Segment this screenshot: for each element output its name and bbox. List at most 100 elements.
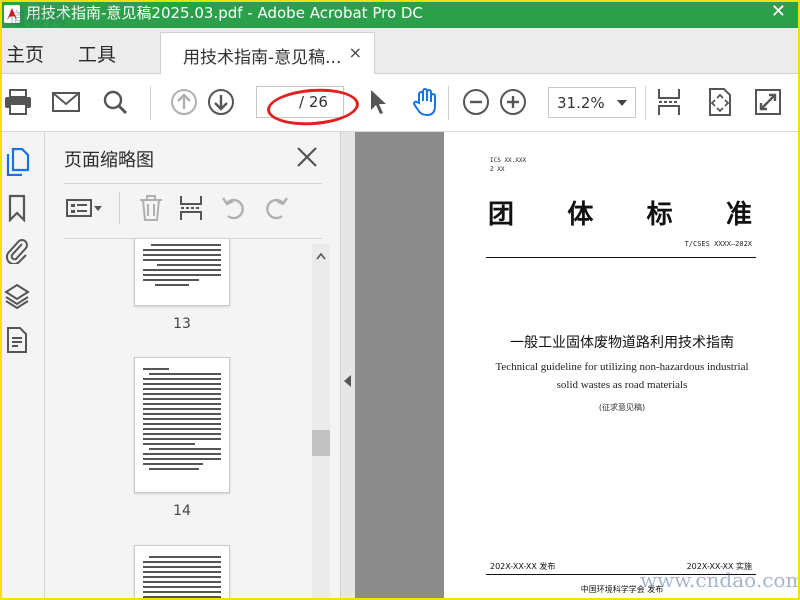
- trash-icon: [140, 195, 162, 221]
- zoom-dropdown[interactable]: 31.2%: [548, 87, 636, 118]
- document-icon: [7, 327, 27, 353]
- thumbnail-page[interactable]: [134, 357, 230, 493]
- watermark-bottom-right: www.cndao.com: [640, 568, 800, 592]
- paperclip-icon: [5, 239, 28, 266]
- document-page: ICS XX.XXX Z XX 团 体 标 准 T/CSES XXXX—202X…: [444, 132, 800, 600]
- page-fit-button[interactable]: [653, 86, 685, 118]
- title-char: 体: [567, 200, 594, 230]
- standard-type-title: 团 体 标 准: [488, 194, 752, 231]
- options-menu-icon: [66, 199, 102, 217]
- page-total-label: / 26: [299, 93, 328, 111]
- page-thumbnails-panel: 页面缩略图 13 14: [45, 132, 340, 600]
- arrow-down-icon: [208, 89, 234, 115]
- window-close-button[interactable]: ✕: [771, 2, 786, 22]
- toolbar-separator: [150, 86, 151, 120]
- attachments-button[interactable]: [4, 236, 30, 266]
- email-icon: [52, 92, 80, 112]
- panel-divider: [64, 183, 322, 184]
- title-bar: 用技术指南-意见稿2025.03.pdf - Adobe Acrobat Pro…: [0, 0, 800, 30]
- hand-tool-icon: [413, 88, 436, 117]
- panel-title: 页面缩略图: [64, 150, 154, 171]
- zoom-value: 31.2%: [557, 94, 605, 112]
- thumbnail-scrollbar[interactable]: [312, 244, 330, 600]
- toolbar-separator: [645, 86, 646, 120]
- standard-code: T/CSES XXXX—202X: [684, 240, 752, 248]
- rotate-right-icon: [266, 197, 288, 220]
- document-title-en: Technical guideline for utilizing non-ha…: [494, 358, 750, 394]
- window-title: 用技术指南-意见稿2025.03.pdf - Adobe Acrobat Pro…: [26, 4, 423, 22]
- document-title-cn: 一般工业固体废物道路利用技术指南: [510, 335, 734, 351]
- bookmarks-button[interactable]: [4, 194, 30, 223]
- ics-code: ICS XX.XXX Z XX: [490, 156, 526, 174]
- full-screen-button[interactable]: [704, 86, 736, 118]
- thumbnail-page[interactable]: [134, 545, 230, 600]
- next-page-button[interactable]: [205, 86, 237, 118]
- ics-line: Z XX: [490, 166, 505, 173]
- issue-date: 202X-XX-XX 发布: [490, 562, 556, 571]
- search-button[interactable]: [99, 86, 131, 118]
- search-icon: [103, 90, 128, 115]
- title-char: 团: [488, 200, 515, 230]
- rotate-left-icon: [222, 197, 244, 220]
- select-cursor-icon: [371, 90, 386, 114]
- panel-separator: [119, 192, 120, 224]
- main-toolbar: / 26 31.2%: [0, 74, 800, 132]
- thumbnail-list: 13 14: [64, 239, 332, 600]
- toolbar-separator: [448, 86, 449, 120]
- layers-icon: [4, 283, 30, 310]
- hand-tool-button[interactable]: [410, 86, 442, 118]
- chevron-down-icon: [617, 100, 627, 106]
- select-tool-button[interactable]: [362, 86, 394, 118]
- page-thumbnails-icon: [6, 147, 30, 177]
- email-button[interactable]: [50, 86, 82, 118]
- title-char: 准: [725, 200, 752, 230]
- page-number-box: / 26: [256, 86, 344, 118]
- thumbnail-page-number: 14: [173, 503, 191, 519]
- navigation-rail: [0, 132, 45, 600]
- print-button[interactable]: [2, 86, 34, 118]
- thumbnail-page-number: 13: [173, 316, 191, 332]
- tab-row: 主页 工具 用技术指南-意见稿... ×: [0, 28, 800, 75]
- expand-icon: [755, 89, 781, 115]
- panel-splitter[interactable]: [340, 132, 355, 600]
- full-screen-icon: [709, 88, 731, 116]
- document-tab[interactable]: 用技术指南-意见稿... ×: [160, 32, 375, 75]
- page-thumbnails-button[interactable]: [4, 147, 30, 177]
- arrow-up-icon: [171, 89, 197, 115]
- page-content-button[interactable]: [4, 326, 30, 354]
- page-number-input[interactable]: [259, 89, 293, 115]
- zoom-out-icon: [463, 89, 489, 115]
- document-view: ICS XX.XXX Z XX 团 体 标 准 T/CSES XXXX—202X…: [355, 132, 800, 600]
- insert-page-button[interactable]: [177, 194, 205, 222]
- draft-note: (征求意见稿): [598, 403, 646, 412]
- rotate-left-button[interactable]: [220, 194, 248, 222]
- scroll-up-icon[interactable]: [316, 252, 326, 260]
- collapse-arrow-icon[interactable]: [344, 375, 351, 387]
- layers-button[interactable]: [4, 282, 30, 310]
- panel-close-button[interactable]: [296, 146, 318, 172]
- close-icon: [297, 147, 317, 167]
- page-fit-icon: [658, 89, 680, 115]
- ics-line: ICS XX.XXX: [490, 157, 527, 164]
- document-tab-label: 用技术指南-意见稿...: [183, 48, 342, 68]
- bookmark-icon: [8, 194, 26, 223]
- tab-home[interactable]: 主页: [6, 40, 44, 67]
- print-icon: [5, 89, 31, 115]
- zoom-out-button[interactable]: [460, 86, 492, 118]
- expand-button[interactable]: [752, 86, 784, 118]
- document-tab-close-button[interactable]: ×: [349, 43, 362, 62]
- page-split-icon: [180, 196, 202, 220]
- thumbnail-page[interactable]: [134, 239, 230, 306]
- zoom-in-button[interactable]: [497, 86, 529, 118]
- header-rule: [486, 257, 756, 258]
- previous-page-button[interactable]: [168, 86, 200, 118]
- tab-tools[interactable]: 工具: [78, 40, 116, 67]
- rotate-right-button[interactable]: [262, 194, 290, 222]
- title-en-line: solid wastes as road materials: [556, 379, 688, 391]
- thumbnail-options-button[interactable]: [65, 194, 105, 222]
- zoom-in-icon: [500, 89, 526, 115]
- title-en-line: Technical guideline for utilizing non-ha…: [495, 361, 749, 373]
- scrollbar-thumb[interactable]: [312, 430, 330, 456]
- delete-page-button[interactable]: [137, 194, 165, 222]
- title-char: 标: [646, 200, 673, 230]
